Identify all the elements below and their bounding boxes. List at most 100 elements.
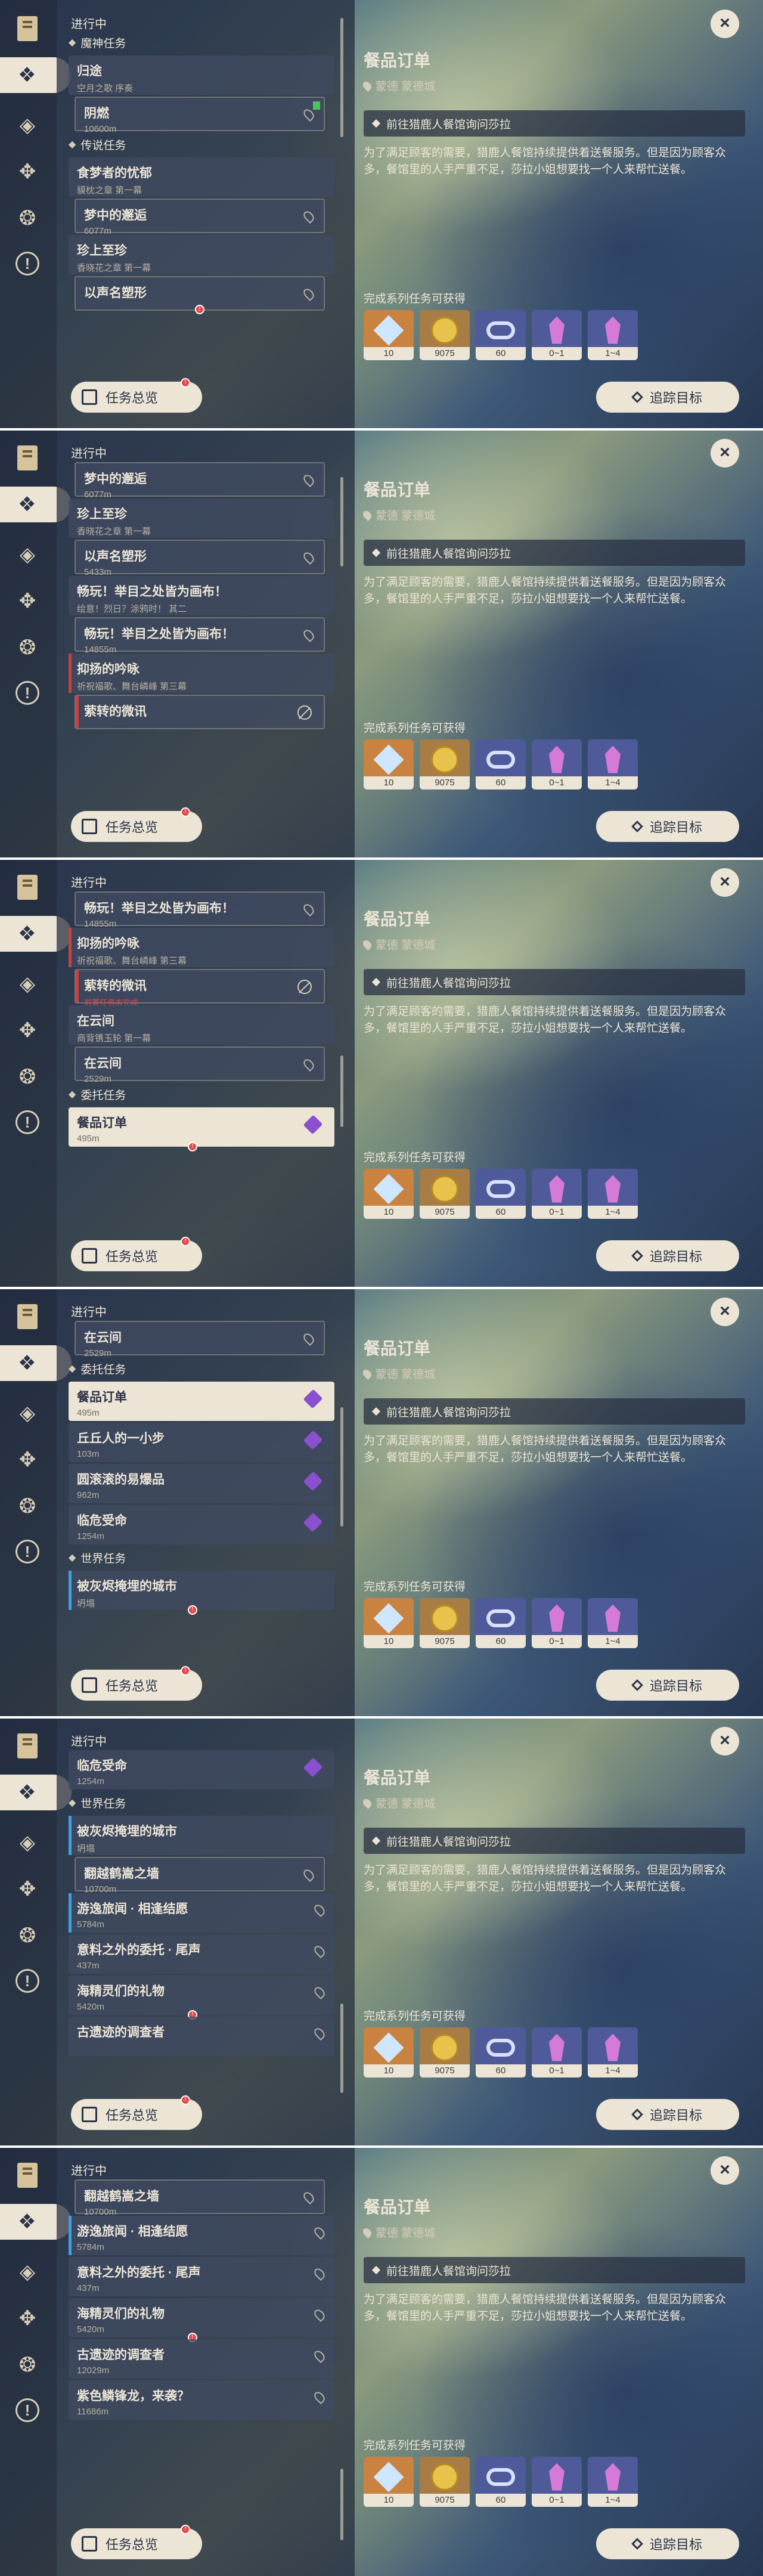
archon-quest-icon[interactable]: ◈ [10,1395,45,1431]
world-quest-icon[interactable]: ! [10,1104,45,1140]
quest-book-icon[interactable] [10,869,45,905]
quest-item[interactable]: 餐品订单 495m! [69,1107,334,1151]
quest-item[interactable]: 游逸旅闻 · 相逢结愿 5784m [69,2216,334,2255]
close-button[interactable]: × [711,1298,739,1326]
close-button[interactable]: × [711,439,739,467]
list-scrollbar[interactable] [340,1407,343,1527]
commission-icon[interactable]: ❂ [10,630,45,665]
reward-item[interactable]: 1~4 [588,310,638,360]
quest-item[interactable]: 被灰烬掩埋的城市 坍塌 [69,1816,334,1855]
quest-item[interactable]: 海精灵们的礼物 5420m! [69,1976,334,2020]
reward-item[interactable]: 10 [364,1598,414,1648]
quest-list[interactable]: 梦中的邂逅 6077m 珍上至珍 香晓花之章 第一幕 以声名塑形 5433m 畅玩！举目之处… [69,460,334,794]
archon-quest-icon[interactable]: ◈ [10,2254,45,2290]
reward-item[interactable]: 9075 [420,1169,470,1219]
list-scrollbar[interactable] [340,18,343,137]
legend-quest-icon[interactable]: ✥ [10,1871,45,1907]
close-button[interactable]: × [711,10,739,38]
track-target-button[interactable]: 追踪目标 [596,382,739,413]
quest-item[interactable]: 临危受命 1254m [69,1750,334,1789]
quest-step-item[interactable]: 在云间 2529m [75,1046,325,1084]
quest-step-item[interactable]: 畅玩！举目之处皆为画布！ 14855m [75,891,325,929]
list-scrollbar[interactable] [340,2004,343,2093]
reward-item[interactable]: 1~4 [588,1169,638,1219]
close-button[interactable]: × [711,2156,739,2185]
quest-item[interactable]: 海精灵们的礼物 5420m! [69,2298,334,2342]
world-quest-icon[interactable]: ! [10,246,45,281]
quest-list[interactable]: 临危受命 1254m ◆ 世界任务 被灰烬掩埋的城市 坍塌 翻越鹤嵩之墙 10700m 游逸旅闻… [69,1748,334,2082]
quest-item[interactable]: 畅玩！举目之处皆为画布！ 绘意！烈日？涂鸦时！ 其二 [69,576,334,615]
quest-item[interactable]: 紫色鳞锋龙，来袭？ 11686m [69,2380,334,2420]
commission-icon[interactable]: ❂ [10,1918,45,1953]
quest-item[interactable]: 珍上至珍 香晓花之章 第一幕 [69,235,334,274]
quest-item[interactable]: 丘丘人的一小步 103m [69,1423,334,1462]
quest-book-icon[interactable] [10,2157,45,2193]
list-scrollbar[interactable] [340,2469,343,2540]
reward-item[interactable]: 0~1 [532,2457,582,2507]
track-target-button[interactable]: 追踪目标 [596,1670,739,1701]
quest-step-item[interactable]: 阴燃 10600m [75,97,325,134]
reward-item[interactable]: 10 [364,1169,414,1219]
quest-item[interactable]: 意料之外的委托 · 尾声 437m [69,2257,334,2296]
reward-item[interactable]: 10 [364,739,414,789]
reward-item[interactable]: 60 [476,739,526,789]
reward-item[interactable]: 9075 [420,2027,470,2077]
list-scrollbar[interactable] [340,477,343,566]
legend-quest-icon[interactable]: ✥ [10,154,45,190]
list-scrollbar[interactable] [340,1055,343,1127]
quest-item[interactable]: 临危受命 1254m [69,1505,334,1544]
quest-list[interactable]: ◆ 魔神任务 归途 空月之歌 序奏 阴燃 10600m ◆ 传说任务 食梦者的忧郁 貘枕之章 第一… [69,31,334,365]
reward-item[interactable]: 9075 [420,1598,470,1648]
legend-quest-icon[interactable]: ✥ [10,583,45,619]
commission-icon[interactable]: ❂ [10,1488,45,1524]
quest-book-icon[interactable] [10,11,45,47]
quest-book-icon[interactable] [10,1299,45,1335]
quest-list[interactable]: 在云间 2529m ◆ 委托任务 餐品订单 495m 丘丘人的一小步 103m 圆滚滚的易爆品 9… [69,1319,334,1653]
quest-item[interactable]: 意料之外的委托 · 尾声 437m [69,1934,334,1974]
quest-item[interactable]: 古遗迹的调查者 [69,2017,334,2056]
quest-item[interactable]: 圆滚滚的易爆品 962m [69,1464,334,1503]
archon-quest-icon[interactable]: ◈ [10,966,45,1002]
archon-quest-icon[interactable]: ◈ [10,1825,45,1860]
reward-item[interactable]: 9075 [420,739,470,789]
track-target-button[interactable]: 追踪目标 [596,2099,739,2130]
quest-step-item[interactable]: 翻越鹤嵩之墙 10700m [75,2179,325,2217]
quest-step-item[interactable]: 萦转的微讯 前置任务未完成 [75,969,325,1007]
quest-item[interactable]: 食梦者的忧郁 貘枕之章 第一幕 [69,157,334,197]
track-target-button[interactable]: 追踪目标 [596,2528,739,2559]
quest-item[interactable]: 归途 空月之歌 序奏 [69,55,334,95]
quest-list[interactable]: 畅玩！举目之处皆为画布！ 14855m 抑扬的吟咏 祈祝福歌、舞台嶙峰 第三幕 萦转的微… [69,890,334,1224]
quest-item[interactable]: 抑扬的吟咏 祈祝福歌、舞台嶙峰 第三幕 [69,928,334,967]
commission-icon[interactable]: ❂ [10,2347,45,2383]
quest-step-item[interactable]: 翻越鹤嵩之墙 10700m [75,1857,325,1894]
quest-overview-button[interactable]: 任务总览! [71,2525,202,2559]
legend-quest-icon[interactable]: ✥ [10,2301,45,2336]
world-quest-icon[interactable]: ! [10,2392,45,2428]
quest-overview-button[interactable]: 任务总览! [71,1237,202,1271]
reward-item[interactable]: 10 [364,2027,414,2077]
legend-quest-icon[interactable]: ✥ [10,1442,45,1478]
legend-quest-icon[interactable]: ✥ [10,1013,45,1048]
quest-step-item[interactable]: 梦中的邂逅 6077m [75,199,325,236]
quest-book-icon[interactable] [10,440,45,476]
quest-overview-button[interactable]: 任务总览! [71,378,202,413]
reward-item[interactable]: 60 [476,1169,526,1219]
quest-step-item[interactable]: 以声名塑形 5433m [75,540,325,577]
quest-item[interactable]: 游逸旅闻 · 相逢结愿 5784m [69,1893,334,1933]
reward-item[interactable]: 60 [476,310,526,360]
reward-item[interactable]: 60 [476,2027,526,2077]
reward-item[interactable]: 60 [476,1598,526,1648]
close-button[interactable]: × [711,868,739,897]
reward-item[interactable]: 0~1 [532,739,582,789]
reward-item[interactable]: 10 [364,2457,414,2507]
world-quest-icon[interactable]: ! [10,1963,45,1999]
quest-step-item[interactable]: 在云间 2529m [75,1321,325,1358]
track-target-button[interactable]: 追踪目标 [596,1240,739,1271]
archon-quest-icon[interactable]: ◈ [10,537,45,572]
quest-item[interactable]: 被灰烬掩埋的城市 坍塌! [69,1571,334,1615]
reward-item[interactable]: 1~4 [588,1598,638,1648]
quest-book-icon[interactable] [10,1728,45,1764]
reward-item[interactable]: 0~1 [532,1169,582,1219]
quest-overview-button[interactable]: 任务总览! [71,2095,202,2130]
quest-item[interactable]: 抑扬的吟咏 祈祝福歌、舞台嶙峰 第三幕 [69,654,334,693]
